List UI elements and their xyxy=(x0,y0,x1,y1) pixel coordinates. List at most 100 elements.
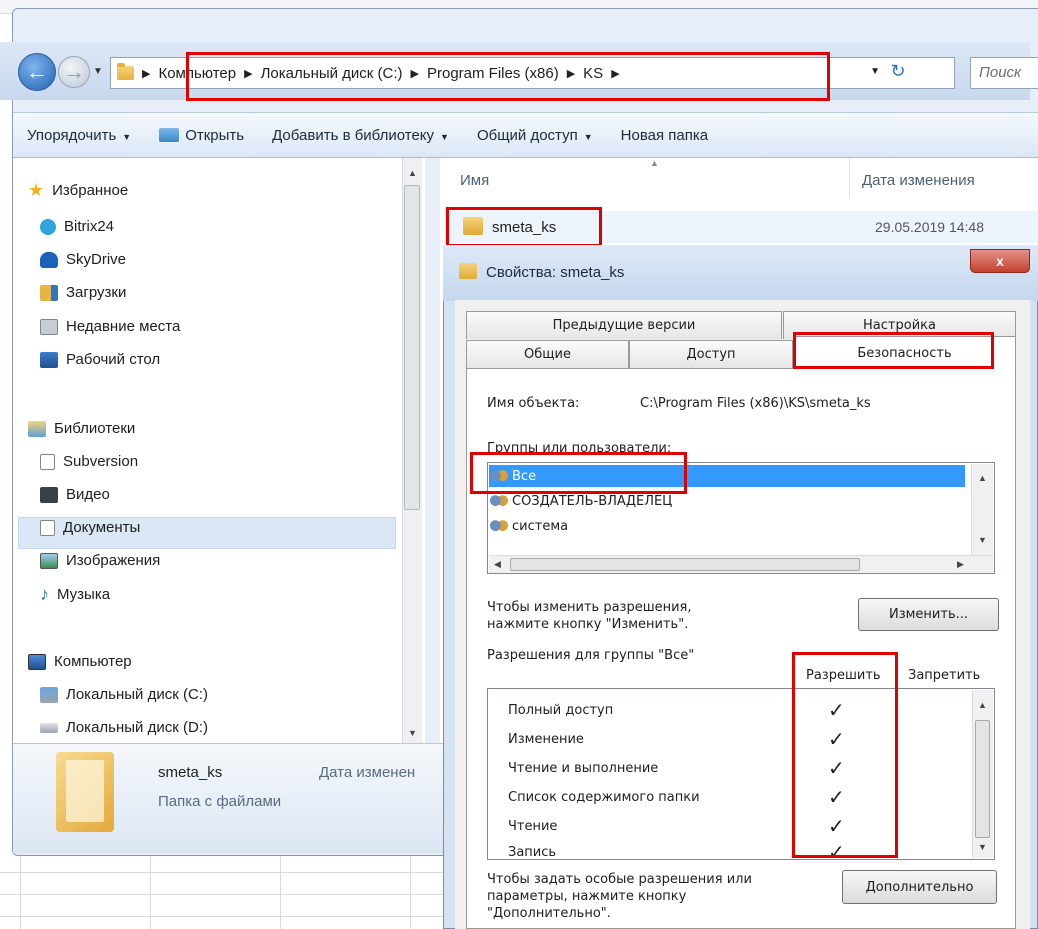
back-button[interactable]: ← xyxy=(18,53,56,91)
add-library-button[interactable]: Добавить в библиотеку ▼ xyxy=(258,127,463,144)
close-icon: x xyxy=(996,253,1004,269)
nav-disk-c[interactable]: Локальный диск (C:) xyxy=(40,686,208,703)
deny-column-header: Запретить xyxy=(908,668,981,683)
nav-label: Изображения xyxy=(66,552,161,569)
command-bar: Упорядочить ▼ Открыть Добавить в библиоте… xyxy=(13,112,1038,158)
dropdown-icon: ▼ xyxy=(583,131,593,142)
details-type: Папка с файлами xyxy=(158,793,282,810)
nav-label: Загрузки xyxy=(66,284,127,301)
document-icon xyxy=(40,453,55,470)
object-name-label: Имя объекта: xyxy=(487,396,580,411)
share-button[interactable]: Общий доступ ▼ xyxy=(463,127,607,144)
disk-icon xyxy=(40,722,58,733)
nav-skydrive[interactable]: SkyDrive xyxy=(40,251,126,268)
add-library-label: Добавить в библиотеку xyxy=(272,126,435,144)
nav-video[interactable]: Видео xyxy=(40,486,110,503)
scroll-up-icon[interactable]: ▲ xyxy=(978,473,987,483)
nav-computer[interactable]: Компьютер xyxy=(28,653,132,670)
scroll-left-icon[interactable]: ◀ xyxy=(494,559,501,570)
change-hint-line2: нажмите кнопку "Изменить". xyxy=(487,617,689,632)
arrow-left-icon: ← xyxy=(26,59,48,84)
nav-music[interactable]: ♪ Музыка xyxy=(40,584,110,605)
scroll-down-icon[interactable]: ▼ xyxy=(978,842,987,852)
column-divider[interactable] xyxy=(849,158,850,198)
highlight-folder xyxy=(446,207,602,247)
permissions-scroll-thumb[interactable] xyxy=(975,720,990,838)
change-hint-line1: Чтобы изменить разрешения, xyxy=(487,600,692,615)
nav-label: Bitrix24 xyxy=(64,218,115,235)
highlight-security-tab xyxy=(793,332,994,369)
organize-button[interactable]: Упорядочить ▼ xyxy=(13,127,145,144)
large-folder-icon xyxy=(56,752,114,832)
highlight-address xyxy=(186,52,830,101)
users-icon xyxy=(490,519,508,534)
dropdown-icon: ▼ xyxy=(440,131,449,142)
nav-label: Музыка xyxy=(57,586,111,603)
address-dropdown-icon[interactable]: ▼ xyxy=(870,66,880,77)
nav-favorites[interactable]: ★ Избранное xyxy=(28,180,128,201)
nav-libraries[interactable]: Библиотеки xyxy=(28,420,135,437)
column-header-date[interactable]: Дата изменения xyxy=(862,172,975,189)
nav-label: Недавние места xyxy=(66,318,181,335)
star-icon: ★ xyxy=(28,180,45,200)
nav-scroll-thumb[interactable] xyxy=(404,185,420,510)
downloads-icon xyxy=(40,284,58,301)
groups-hscroll-thumb[interactable] xyxy=(510,558,860,571)
refresh-icon[interactable]: ↻ xyxy=(884,61,912,82)
cloud-icon xyxy=(40,251,58,268)
list-item[interactable]: СОЗДАТЕЛЬ-ВЛАДЕЛЕЦ xyxy=(490,491,672,512)
scroll-up-icon[interactable]: ▲ xyxy=(978,700,987,710)
group-name: СОЗДАТЕЛЬ-ВЛАДЕЛЕЦ xyxy=(512,494,673,509)
nav-downloads[interactable]: Загрузки xyxy=(40,284,126,301)
details-date-label: Дата изменен xyxy=(319,764,416,781)
change-button[interactable]: Изменить... xyxy=(858,598,999,631)
scroll-up-icon[interactable]: ▲ xyxy=(408,168,417,178)
advanced-button[interactable]: Дополнительно xyxy=(842,870,997,904)
computer-icon xyxy=(28,653,46,670)
nav-images[interactable]: Изображения xyxy=(40,552,160,569)
advanced-hint-line3: "Дополнительно". xyxy=(487,906,611,921)
scroll-right-icon[interactable]: ▶ xyxy=(957,559,964,570)
document-icon xyxy=(40,519,55,536)
nav-disk-d[interactable]: Локальный диск (D:) xyxy=(40,719,208,736)
scroll-down-icon[interactable]: ▼ xyxy=(408,728,417,738)
permission-name: Список содержимого папки xyxy=(508,790,700,805)
search-input[interactable]: Поиск xyxy=(970,57,1038,89)
new-folder-button[interactable]: Новая папка xyxy=(607,127,722,144)
forward-button[interactable]: → xyxy=(58,56,90,88)
sort-ascending-icon: ▲ xyxy=(650,158,659,168)
column-header-name[interactable]: Имя xyxy=(460,172,489,189)
nav-label: Компьютер xyxy=(54,653,132,670)
recent-places-icon xyxy=(40,318,58,335)
nav-subversion[interactable]: Subversion xyxy=(40,453,138,470)
system-disk-icon xyxy=(40,686,58,703)
list-item[interactable]: система xyxy=(490,516,568,537)
desktop-icon xyxy=(40,351,58,368)
nav-label: Документы xyxy=(63,519,141,536)
advanced-hint-line1: Чтобы задать особые разрешения или xyxy=(487,872,752,887)
highlight-everyone xyxy=(470,452,687,494)
nav-recent[interactable]: Недавние места xyxy=(40,318,180,335)
image-icon xyxy=(40,552,58,569)
tab-sharing[interactable]: Доступ xyxy=(629,340,793,368)
group-name: система xyxy=(512,519,569,534)
history-dropdown-icon[interactable]: ▼ xyxy=(93,66,103,77)
open-label: Открыть xyxy=(185,126,245,144)
bitrix-icon xyxy=(40,218,56,235)
nav-bitrix[interactable]: Bitrix24 xyxy=(40,218,114,235)
close-button[interactable]: x xyxy=(970,249,1030,273)
scroll-down-icon[interactable]: ▼ xyxy=(978,535,987,545)
nav-desktop[interactable]: Рабочий стол xyxy=(40,351,160,368)
video-icon xyxy=(40,486,58,503)
chevron-right-icon[interactable]: ▶ xyxy=(142,67,150,80)
music-icon: ♪ xyxy=(40,584,49,604)
nav-label: SkyDrive xyxy=(66,251,127,268)
permission-name: Чтение xyxy=(508,819,558,834)
nav-label: Локальный диск (D:) xyxy=(66,719,208,736)
details-name: smeta_ks xyxy=(158,764,223,781)
nav-documents[interactable]: Документы xyxy=(40,519,140,536)
tab-previous-versions[interactable]: Предыдущие версии xyxy=(466,311,782,339)
tab-general[interactable]: Общие xyxy=(466,340,629,368)
object-name-value: C:\Program Files (x86)\KS\smeta_ks xyxy=(640,396,871,411)
open-button[interactable]: Открыть xyxy=(145,127,258,144)
